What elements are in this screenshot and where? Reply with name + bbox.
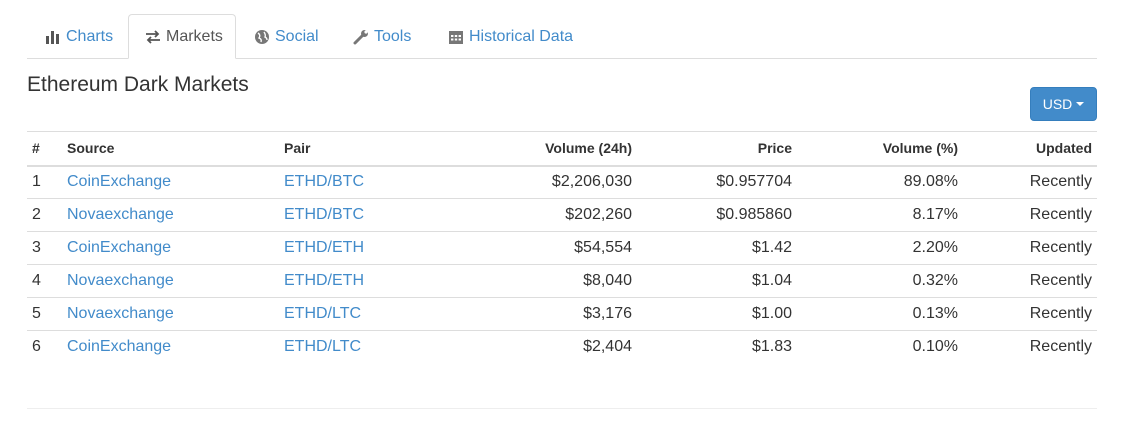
price-cell: $1.83	[751, 338, 792, 356]
price-cell: $0.957704	[716, 173, 792, 191]
table-row: 5 Novaexchange ETHD/LTC $3,176 $1.00 0.1…	[27, 298, 1097, 331]
row-num: 1	[32, 173, 41, 191]
volume-pct-cell: 0.13%	[912, 305, 958, 322]
volume-cell: $2,206,030	[551, 173, 632, 191]
updated-cell: Recently	[1029, 206, 1092, 223]
table-header-row: # Source Pair Volume (24h) Price Volume …	[27, 131, 1097, 167]
tab-social-label: Social	[275, 27, 319, 45]
pair-link[interactable]: ETHD/BTC	[284, 166, 454, 199]
header-price[interactable]: Price	[637, 131, 797, 167]
tab-markets-label: Markets	[166, 27, 223, 45]
volume-pct-cell: 0.10%	[912, 338, 958, 356]
source-link[interactable]: CoinExchange	[67, 331, 284, 364]
updated-cell: Recently	[1029, 338, 1092, 356]
volume-pct-cell: 0.32%	[912, 272, 958, 289]
tab-charts[interactable]: Charts	[27, 14, 129, 59]
section-divider	[27, 408, 1097, 409]
markets-table: # Source Pair Volume (24h) Price Volume …	[27, 131, 1097, 364]
bar-chart-icon	[44, 29, 62, 45]
volume-cell: $202,260	[565, 206, 632, 223]
tab-social[interactable]: Social	[236, 14, 333, 59]
header-volume[interactable]: Volume (24h)	[454, 131, 637, 167]
volume-pct-cell: 2.20%	[912, 239, 958, 256]
globe-icon	[253, 29, 271, 45]
table-row: 6 CoinExchange ETHD/LTC $2,404 $1.83 0.1…	[27, 331, 1097, 364]
table-row: 3 CoinExchange ETHD/ETH $54,554 $1.42 2.…	[27, 232, 1097, 265]
price-cell: $0.985860	[716, 206, 792, 223]
price-cell: $1.42	[751, 239, 792, 256]
updated-cell: Recently	[1029, 305, 1092, 322]
price-cell: $1.00	[751, 305, 792, 322]
table-row: 4 Novaexchange ETHD/ETH $8,040 $1.04 0.3…	[27, 265, 1097, 298]
volume-cell: $54,554	[574, 239, 632, 256]
header-num[interactable]: #	[27, 131, 67, 167]
volume-cell: $8,040	[583, 272, 632, 289]
calendar-icon	[447, 29, 465, 45]
tab-historical-data[interactable]: Historical Data	[430, 14, 600, 59]
source-link[interactable]: Novaexchange	[67, 298, 284, 331]
pair-link[interactable]: ETHD/LTC	[284, 331, 454, 364]
tab-bar: Charts Markets Social Tools Historical D…	[27, 14, 1097, 59]
updated-cell: Recently	[1029, 173, 1092, 191]
header-source[interactable]: Source	[67, 131, 284, 167]
table-row: 2 Novaexchange ETHD/BTC $202,260 $0.9858…	[27, 199, 1097, 232]
header-pair[interactable]: Pair	[284, 131, 454, 167]
caret-down-icon	[1076, 102, 1085, 106]
tab-charts-label: Charts	[66, 27, 114, 45]
pair-link[interactable]: ETHD/BTC	[284, 199, 454, 232]
pair-link[interactable]: ETHD/ETH	[284, 265, 454, 298]
markets-page: Charts Markets Social Tools Historical D…	[0, 0, 1142, 438]
source-link[interactable]: CoinExchange	[67, 232, 284, 265]
source-link[interactable]: Novaexchange	[67, 199, 284, 232]
header-volume-pct[interactable]: Volume (%)	[797, 131, 963, 167]
wrench-icon	[352, 29, 370, 45]
row-num: 2	[32, 206, 41, 223]
header-updated[interactable]: Updated	[963, 131, 1097, 167]
volume-cell: $3,176	[583, 305, 632, 322]
currency-dropdown-button[interactable]: USD	[1030, 87, 1097, 121]
pair-link[interactable]: ETHD/LTC	[284, 298, 454, 331]
volume-pct-cell: 8.17%	[912, 206, 958, 223]
row-num: 4	[32, 272, 41, 289]
row-num: 3	[32, 239, 41, 256]
currency-label: USD	[1042, 96, 1073, 112]
transfer-arrows-icon	[144, 29, 162, 45]
row-num: 5	[32, 305, 41, 322]
volume-cell: $2,404	[583, 338, 632, 356]
tab-tools-label: Tools	[374, 27, 412, 45]
pair-link[interactable]: ETHD/ETH	[284, 232, 454, 265]
volume-pct-cell: 89.08%	[903, 173, 958, 191]
updated-cell: Recently	[1029, 239, 1092, 256]
price-cell: $1.04	[751, 272, 792, 289]
table-row: 1 CoinExchange ETHD/BTC $2,206,030 $0.95…	[27, 166, 1097, 199]
row-num: 6	[32, 338, 41, 356]
updated-cell: Recently	[1029, 272, 1092, 289]
tab-markets[interactable]: Markets	[128, 14, 236, 59]
source-link[interactable]: Novaexchange	[67, 265, 284, 298]
page-title: Ethereum Dark Markets	[27, 73, 249, 96]
tab-tools[interactable]: Tools	[333, 14, 430, 59]
tab-historical-data-label: Historical Data	[469, 27, 574, 45]
source-link[interactable]: CoinExchange	[67, 166, 284, 199]
